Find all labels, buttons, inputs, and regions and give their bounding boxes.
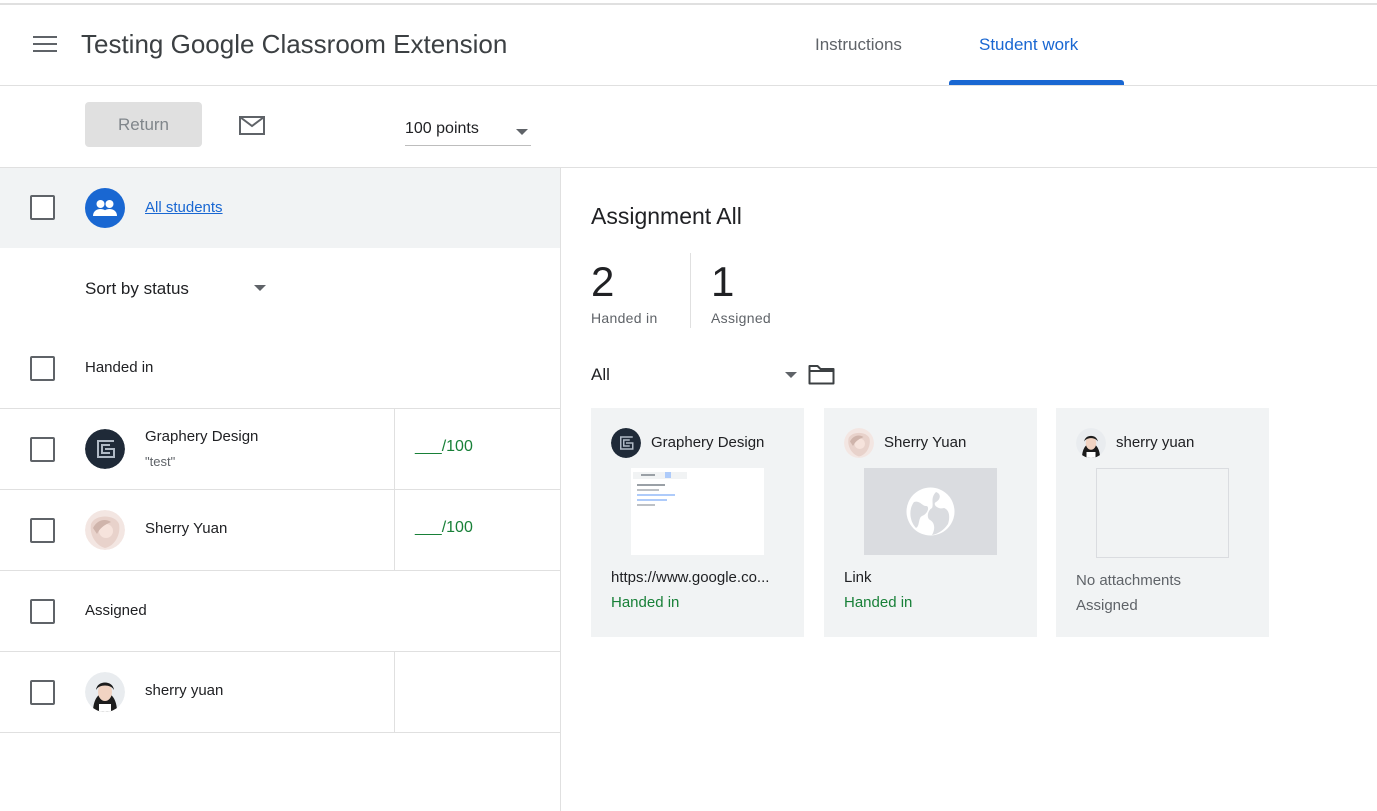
chevron-down-icon <box>516 129 528 135</box>
return-button[interactable]: Return <box>85 102 202 147</box>
chevron-down-icon <box>785 372 797 378</box>
toolbar: Return 100 points <box>0 86 1377 168</box>
student-checkbox[interactable] <box>30 518 55 543</box>
all-students-link[interactable]: All students <box>145 199 223 216</box>
submission-card[interactable]: Sherry Yuan Link Handed in <box>824 408 1037 637</box>
handed-in-label: Handed in <box>591 310 658 326</box>
card-student-name: sherry yuan <box>1116 434 1195 451</box>
folder-icon[interactable] <box>808 364 835 385</box>
divider <box>394 490 395 570</box>
card-student-name: Sherry Yuan <box>884 434 967 451</box>
avatar <box>1076 428 1106 458</box>
sort-dropdown[interactable]: Sort by status <box>85 277 271 301</box>
empty-thumbnail <box>1096 468 1229 558</box>
handed-in-count: 2 <box>591 258 615 305</box>
points-value: 100 points <box>405 120 479 137</box>
student-checkbox[interactable] <box>30 437 55 462</box>
avatar <box>611 428 641 458</box>
avatar <box>85 429 125 469</box>
app-header: Testing Google Classroom Extension Instr… <box>0 5 1377 86</box>
page-title: Testing Google Classroom Extension <box>81 29 508 59</box>
card-attachment[interactable]: https://www.google.co... <box>611 569 791 586</box>
section-label: Assigned <box>85 602 147 619</box>
student-name: sherry yuan <box>145 682 224 699</box>
sort-label: Sort by status <box>85 279 189 298</box>
group-icon <box>85 188 125 228</box>
tab-instructions[interactable]: Instructions <box>815 35 902 55</box>
assigned-label: Assigned <box>711 310 771 326</box>
avatar <box>85 510 125 550</box>
card-student-name: Graphery Design <box>651 434 765 451</box>
avatar <box>844 428 874 458</box>
link-thumbnail[interactable] <box>864 468 997 555</box>
menu-icon[interactable] <box>33 36 57 54</box>
student-row[interactable]: sherry yuan <box>0 652 560 733</box>
active-tab-indicator <box>949 80 1124 85</box>
student-private-comment: "test" <box>145 454 176 469</box>
section-checkbox[interactable] <box>30 356 55 381</box>
student-row[interactable]: Sherry Yuan ___/100 <box>0 490 560 571</box>
divider <box>690 253 691 328</box>
globe-icon <box>906 487 955 536</box>
points-dropdown[interactable]: 100 points <box>405 118 531 146</box>
assignment-title: Assignment All <box>591 203 742 229</box>
section-handed-in: Handed in <box>0 328 560 409</box>
student-list-panel: All students Sort by status Handed in Gr… <box>0 168 561 811</box>
card-attachment: No attachments <box>1076 572 1182 589</box>
section-label: Handed in <box>85 359 154 376</box>
student-row[interactable]: Graphery Design "test" ___/100 <box>0 409 560 490</box>
all-students-row[interactable]: All students <box>0 168 560 248</box>
document-thumbnail[interactable] <box>631 468 764 555</box>
divider <box>394 652 395 732</box>
tab-student-work[interactable]: Student work <box>979 35 1078 55</box>
card-status: Handed in <box>611 594 680 611</box>
submission-card[interactable]: Graphery Design https://www.google.co...… <box>591 408 804 637</box>
student-name: Graphery Design <box>145 428 259 445</box>
card-status: Assigned <box>1076 597 1138 614</box>
section-assigned: Assigned <box>0 571 560 652</box>
avatar <box>85 672 125 712</box>
section-checkbox[interactable] <box>30 599 55 624</box>
assigned-count: 1 <box>711 258 735 305</box>
grade-input[interactable]: ___/100 <box>415 438 473 456</box>
submission-card[interactable]: sherry yuan No attachments Assigned <box>1056 408 1269 637</box>
student-checkbox[interactable] <box>30 680 55 705</box>
divider <box>394 409 395 489</box>
mail-icon[interactable] <box>239 116 265 135</box>
grade-input[interactable]: ___/100 <box>415 519 473 537</box>
chevron-down-icon <box>254 285 266 291</box>
all-students-checkbox[interactable] <box>30 195 55 220</box>
card-status: Handed in <box>844 594 913 611</box>
student-name: Sherry Yuan <box>145 520 228 537</box>
card-attachment[interactable]: Link <box>844 569 1024 586</box>
assignment-detail-panel: Assignment All 2 Handed in 1 Assigned Al… <box>561 168 1377 811</box>
filter-value: All <box>591 365 610 384</box>
filter-dropdown[interactable]: All <box>591 364 797 388</box>
